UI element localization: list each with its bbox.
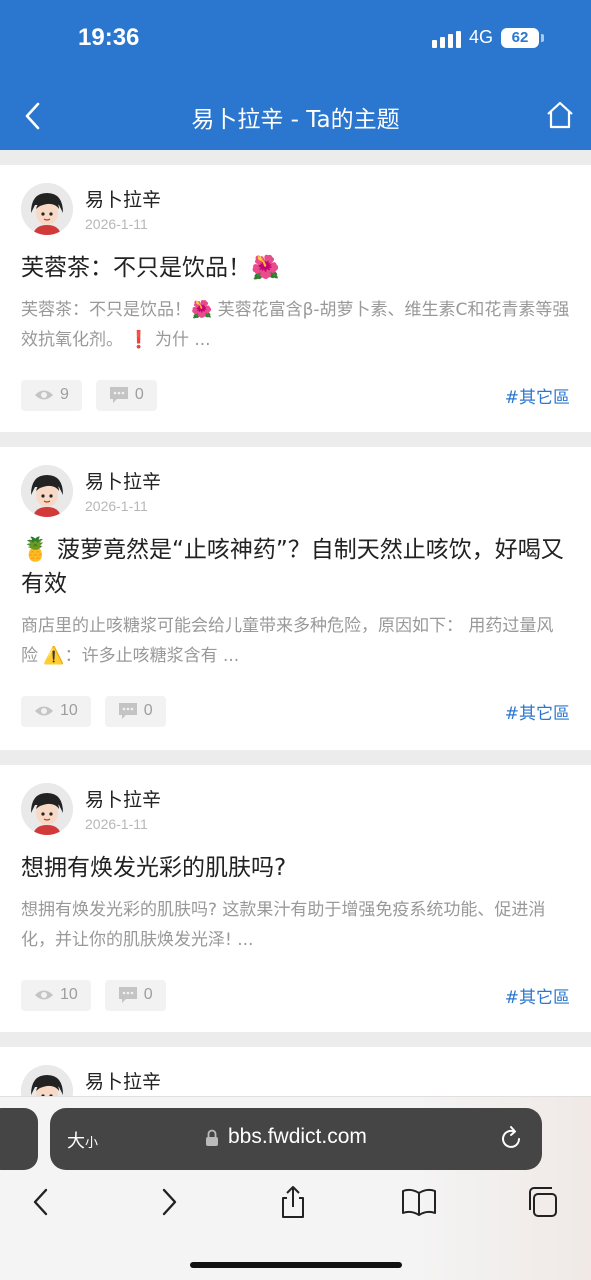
bookmarks-icon[interactable] [401, 1185, 437, 1219]
author-info: 易卜拉辛 2026-1-11 [85, 183, 161, 232]
comment-icon [109, 387, 128, 403]
eye-icon [35, 706, 53, 716]
category-tag[interactable]: #其它區 [505, 383, 570, 408]
text-size-button[interactable]: 大小 [67, 1127, 98, 1153]
post-card[interactable]: 易卜拉辛 2026-1-11 想拥有焕发光彩的肌肤吗? 想拥有焕发光彩的肌肤吗?… [0, 765, 591, 1032]
page: 19:36 4G 62 易卜拉辛 - Ta的主题 易卜拉辛 2026-1-11 … [0, 0, 591, 1280]
views-count: 10 [21, 695, 91, 727]
author-name[interactable]: 易卜拉辛 [85, 467, 161, 494]
home-indicator [190, 1262, 402, 1268]
post-meta: 9 0 #其它區 [21, 379, 570, 411]
text-size-label: 大 [67, 1131, 85, 1152]
post-feed: 易卜拉辛 2026-1-11 芙蓉茶：不只是饮品！🌺 芙蓉茶：不只是饮品！🌺 芙… [0, 150, 591, 1187]
reload-icon[interactable] [500, 1125, 524, 1151]
comments-count[interactable]: 0 [95, 379, 157, 411]
app-header: 19:36 4G 62 易卜拉辛 - Ta的主题 [0, 0, 591, 150]
post-card[interactable]: 易卜拉辛 2026-1-11 🍍 菠萝竟然是“止咳神药”？自制天然止咳饮，好喝又… [0, 447, 591, 750]
browser-toolbar [0, 1185, 591, 1225]
comments-value: 0 [143, 702, 153, 719]
author-info: 易卜拉辛 2026-1-11 [85, 465, 161, 514]
post-date: 2026-1-11 [85, 216, 148, 232]
battery-icon: 62 [501, 27, 544, 48]
author-name[interactable]: 易卜拉辛 [85, 785, 161, 812]
url-text[interactable]: bbs.fwdict.com [228, 1125, 367, 1149]
author-info: 易卜拉辛 2026-1-11 [85, 783, 161, 832]
signal-icon [431, 28, 461, 48]
post-title[interactable]: 芙蓉茶：不只是饮品！🌺 [21, 251, 570, 285]
battery-level: 62 [511, 29, 529, 46]
eye-icon [35, 990, 53, 1000]
comments-count[interactable]: 0 [104, 695, 166, 727]
comments-count[interactable]: 0 [104, 979, 166, 1011]
post-date: 2026-1-11 [85, 816, 148, 832]
status-indicators: 4G 62 [431, 27, 544, 48]
avatar[interactable] [21, 465, 73, 517]
post-header: 易卜拉辛 2026-1-11 [21, 765, 570, 835]
page-title: 易卜拉辛 - Ta的主题 [191, 107, 400, 133]
views-count: 10 [21, 979, 91, 1011]
post-meta: 10 0 #其它區 [21, 695, 570, 727]
views-count: 9 [21, 379, 82, 411]
post-header: 易卜拉辛 2026-1-11 [21, 165, 570, 235]
browser-bottom-bar: 大小 bbs.fwdict.com [0, 1096, 591, 1280]
tabs-icon[interactable] [527, 1185, 559, 1219]
post-header: 易卜拉辛 2026-1-11 [21, 447, 570, 517]
category-tag[interactable]: #其它區 [505, 983, 570, 1008]
post-excerpt: 想拥有焕发光彩的肌肤吗? 这款果汁有助于增强免疫系统功能、促进消化，并让你的肌肤… [21, 900, 546, 950]
lock-icon [206, 1129, 218, 1146]
views-value: 9 [60, 386, 69, 403]
author-info: 易卜拉辛 [85, 1065, 161, 1094]
comments-value: 0 [134, 386, 144, 403]
home-icon[interactable] [545, 100, 575, 130]
post-card[interactable]: 易卜拉辛 2026-1-11 芙蓉茶：不只是饮品！🌺 芙蓉茶：不只是饮品！🌺 芙… [0, 165, 591, 432]
comment-icon [118, 987, 137, 1003]
post-date: 2026-1-11 [85, 498, 148, 514]
category-tag[interactable]: #其它區 [505, 699, 570, 724]
views-value: 10 [60, 986, 78, 1003]
address-bar[interactable]: 大小 bbs.fwdict.com [50, 1108, 542, 1170]
share-icon[interactable] [277, 1185, 309, 1219]
text-size-label-small: 小 [85, 1136, 99, 1151]
network-type: 4G [468, 27, 493, 47]
previous-tab-preview[interactable] [0, 1108, 38, 1170]
comment-icon [118, 703, 137, 719]
avatar[interactable] [21, 783, 73, 835]
post-meta: 10 0 #其它區 [21, 979, 570, 1011]
post-excerpt: 商店里的止咳糖浆可能会给儿童带来多种危险，原因如下： 用药过量风险 ⚠️：许多止… [21, 616, 554, 666]
avatar[interactable] [21, 183, 73, 235]
post-title[interactable]: 🍍 菠萝竟然是“止咳神药”？自制天然止咳饮，好喝又有效 [21, 533, 570, 601]
post-title[interactable]: 想拥有焕发光彩的肌肤吗? [21, 851, 570, 885]
back-icon[interactable] [26, 1185, 58, 1219]
comments-value: 0 [143, 986, 153, 1003]
eye-icon [35, 390, 53, 400]
author-name[interactable]: 易卜拉辛 [85, 185, 161, 212]
views-value: 10 [60, 702, 78, 719]
author-name[interactable]: 易卜拉辛 [85, 1067, 161, 1094]
status-time: 19:36 [78, 24, 140, 51]
forward-icon[interactable] [152, 1185, 184, 1219]
post-excerpt: 芙蓉茶：不只是饮品！🌺 芙蓉花富含β-胡萝卜素、维生素C和花青素等强效抗氧化剂。… [21, 300, 570, 350]
